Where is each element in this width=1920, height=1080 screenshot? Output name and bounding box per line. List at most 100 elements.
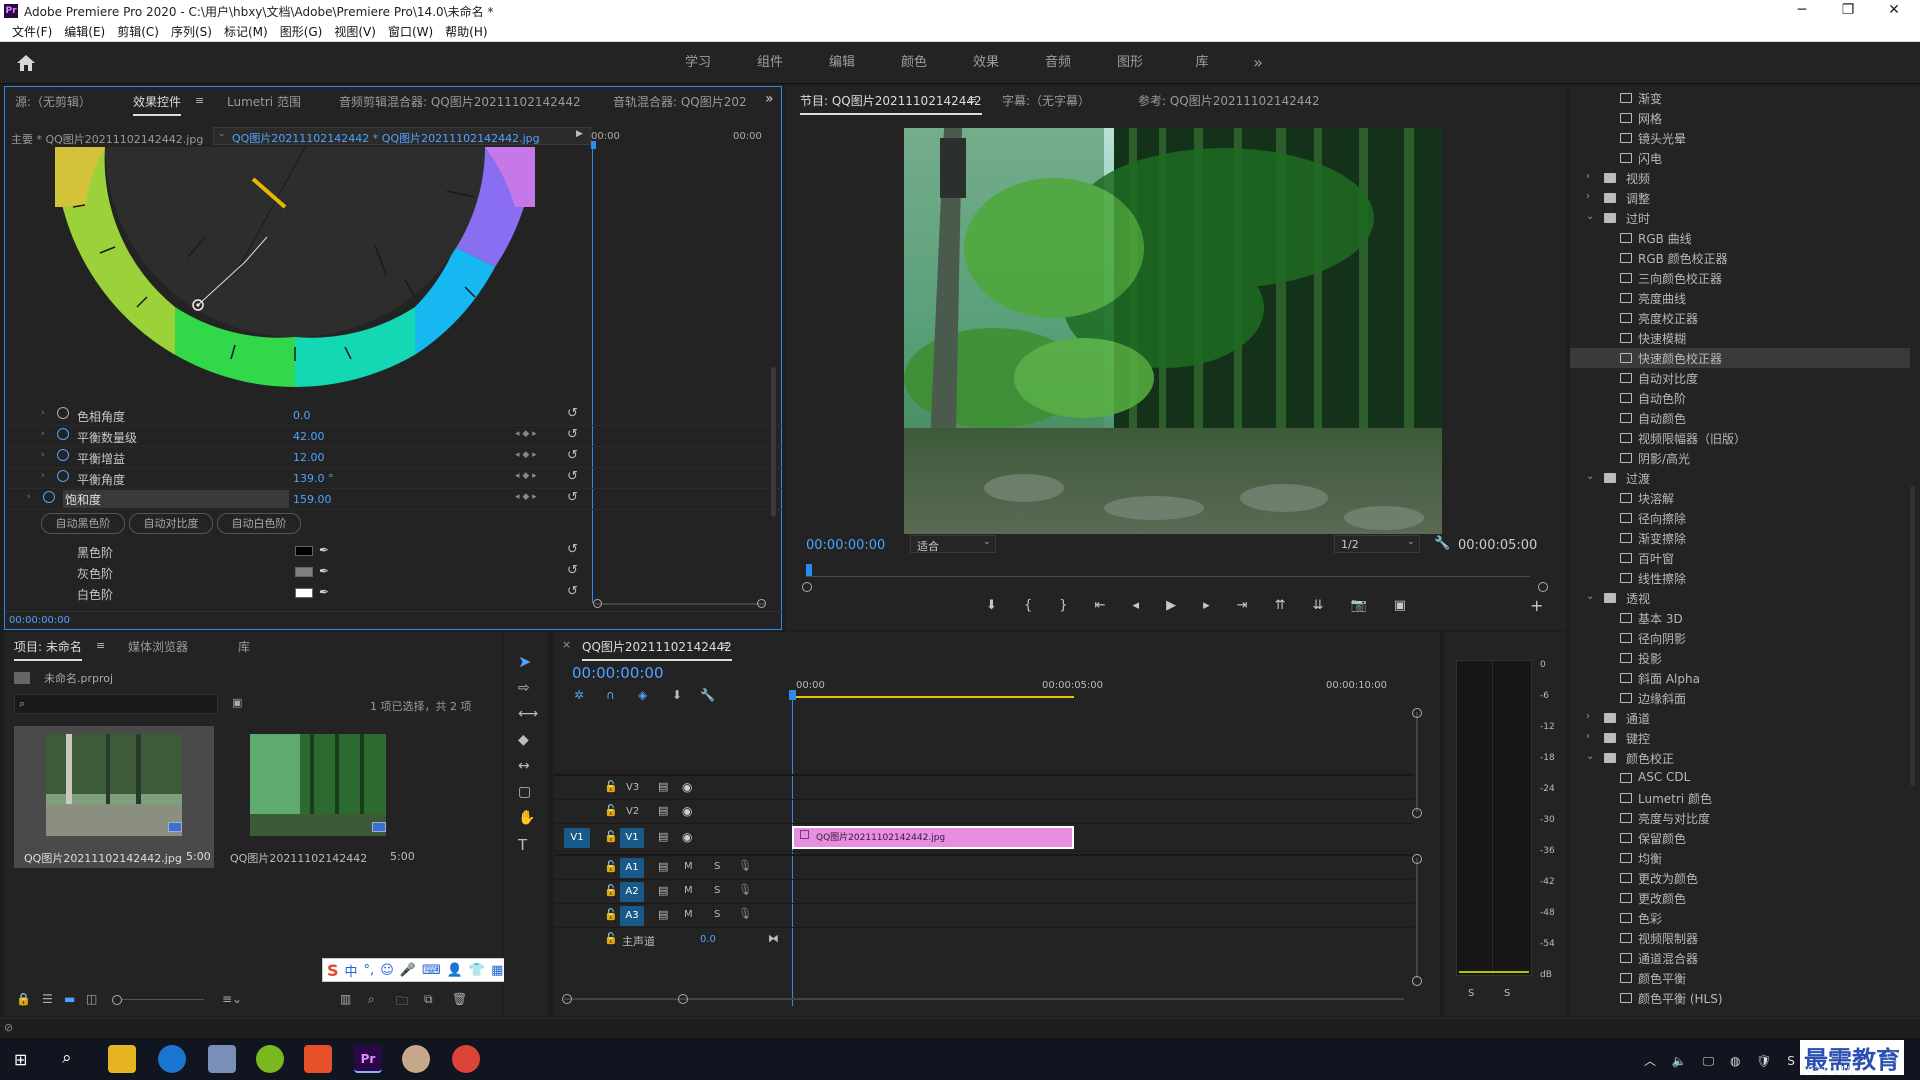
effect-item[interactable]: 径向擦除	[1570, 508, 1910, 528]
property-value[interactable]: 12.00	[293, 451, 325, 464]
scroll-handle[interactable]	[1412, 708, 1422, 718]
effect-item[interactable]: 边缘斜面	[1570, 688, 1910, 708]
selection-tool-icon[interactable]: ➤	[518, 652, 531, 671]
menu-view[interactable]: 视图(V)	[328, 22, 382, 41]
zoom-handle-right[interactable]	[678, 994, 688, 1004]
property-value[interactable]: 159.00	[293, 493, 332, 506]
workspace-tab-graphics[interactable]: 图形	[1094, 42, 1166, 84]
microphone-icon[interactable]: 🎙	[738, 883, 752, 896]
step-forward-icon[interactable]: ▸	[1203, 598, 1210, 618]
effect-item[interactable]: 亮度曲线	[1570, 288, 1910, 308]
effect-item[interactable]: RGB 颜色校正器	[1570, 248, 1910, 268]
expand-arrow-icon[interactable]: ›	[41, 429, 45, 439]
lock-icon[interactable]: 🔓	[604, 932, 618, 945]
menu-help[interactable]: 帮助(H)	[439, 22, 493, 41]
icon-view-icon[interactable]: ▬	[64, 992, 75, 1006]
master-volume-value[interactable]: 0.0	[700, 934, 716, 945]
new-bin-icon[interactable]: 🗀	[396, 992, 408, 1013]
timeline-ruler[interactable]: 00:00 00:00:05:00 00:00:10:00	[792, 674, 1398, 702]
effect-item[interactable]: 亮度与对比度	[1570, 808, 1910, 828]
notification-icon[interactable]: 🗨	[1884, 1050, 1902, 1066]
automate-to-sequence-icon[interactable]: ▥	[340, 992, 351, 1006]
ime-user-icon[interactable]: 👤	[447, 963, 463, 978]
property-value[interactable]: 42.00	[293, 430, 325, 443]
tab-captions[interactable]: 字幕:（无字幕）	[1002, 92, 1090, 109]
play-icon[interactable]: ▶	[1166, 598, 1176, 618]
list-view-icon[interactable]: ☰	[42, 992, 53, 1006]
tab-reference[interactable]: 参考: QQ图片20211102142442	[1138, 92, 1320, 109]
lock-icon[interactable]: 🔒	[16, 992, 31, 1006]
program-video-frame[interactable]	[904, 128, 1442, 534]
workspace-tab-audio[interactable]: 音频	[1022, 42, 1094, 84]
project-item[interactable]: QQ图片20211102142442 5:00	[218, 726, 418, 868]
ime-skin-icon[interactable]: 👕	[469, 963, 485, 978]
eyedropper-icon[interactable]: ✒	[319, 543, 329, 557]
timeline-playhead-head[interactable]	[789, 690, 796, 700]
workspace-tab-color[interactable]: 颜色	[878, 42, 950, 84]
effect-item[interactable]: 均衡	[1570, 848, 1910, 868]
effect-controls-scrollbar[interactable]	[771, 367, 776, 517]
pc-icon[interactable]	[208, 1045, 236, 1073]
new-item-icon[interactable]: ⧉	[424, 992, 433, 1007]
menu-file[interactable]: 文件(F)	[6, 22, 58, 41]
effect-item[interactable]: 自动颜色	[1570, 408, 1910, 428]
mini-zoom-scroll[interactable]	[595, 603, 765, 605]
play-triangle-icon[interactable]: ▶	[576, 129, 583, 139]
reset-icon[interactable]: ↺	[567, 427, 578, 442]
ime-keyboard-icon[interactable]: ⌨	[422, 963, 441, 978]
mute-button[interactable]: M	[684, 909, 693, 920]
keyframe-nav-icon[interactable]: ◂ ◆ ▸	[515, 471, 537, 481]
menu-window[interactable]: 窗口(W)	[382, 22, 439, 41]
minimize-button[interactable]: ─	[1780, 0, 1824, 22]
video-v-scroll[interactable]	[1416, 712, 1418, 812]
effect-item[interactable]: 保留颜色	[1570, 828, 1910, 848]
effect-item[interactable]: ASC CDL	[1570, 768, 1910, 788]
effect-item[interactable]: 斜面 Alpha	[1570, 668, 1910, 688]
effect-folder[interactable]: ⌄ 过时	[1570, 208, 1910, 228]
app-green-icon[interactable]	[256, 1045, 284, 1073]
tab-media-browser[interactable]: 媒体浏览器	[128, 638, 188, 655]
system-tray-icons[interactable]: ︿ 🔈 🖵 ◍ 🛡 S	[1644, 1052, 1801, 1069]
auto-white-level-button[interactable]: 自动白色阶	[217, 513, 301, 534]
track-target-a1[interactable]: A1	[620, 858, 644, 878]
effect-item[interactable]: 阴影/高光	[1570, 448, 1910, 468]
reset-icon[interactable]: ↺	[567, 563, 578, 578]
effect-item[interactable]: 更改颜色	[1570, 888, 1910, 908]
eye-icon[interactable]: ◉	[682, 804, 692, 818]
ime-punctuation[interactable]: °,	[364, 963, 375, 978]
solo-button[interactable]: S	[714, 885, 720, 896]
panel-menu-icon[interactable]: ≡	[195, 94, 204, 107]
ripple-edit-tool-icon[interactable]: ⟷	[518, 706, 538, 722]
sync-lock-icon[interactable]: ▤	[658, 860, 668, 873]
mute-button[interactable]: M	[684, 885, 693, 896]
lift-icon[interactable]: ⇈	[1275, 598, 1286, 618]
ime-toolbox-icon[interactable]: ▦	[491, 963, 503, 978]
windows-start-icon[interactable]: ⊞	[14, 1050, 27, 1069]
linked-selection-icon[interactable]: ◈	[638, 688, 647, 702]
effect-item[interactable]: 渐变擦除	[1570, 528, 1910, 548]
mark-in-icon[interactable]: {	[1024, 598, 1032, 618]
property-value[interactable]: 139.0 °	[293, 472, 334, 485]
mini-playhead[interactable]	[592, 143, 593, 603]
sogou-logo-icon[interactable]: S	[327, 961, 339, 980]
effect-item[interactable]: 块溶解	[1570, 488, 1910, 508]
lock-icon[interactable]: 🔓	[604, 804, 618, 817]
effect-item[interactable]: 颜色平衡 (HLS)	[1570, 988, 1910, 1008]
button-editor-plus-icon[interactable]: +	[1530, 596, 1543, 615]
track-target-a3[interactable]: A3	[620, 906, 644, 926]
sync-lock-icon[interactable]: ▤	[658, 804, 668, 817]
eyedropper-icon[interactable]: ✒	[319, 585, 329, 599]
home-icon[interactable]	[16, 54, 38, 74]
sort-icon[interactable]: ≡⌄	[222, 992, 242, 1006]
tab-sequence[interactable]: QQ图片20211102142442	[582, 638, 732, 661]
stopwatch-icon[interactable]	[57, 449, 69, 461]
hand-tool-icon[interactable]: ✋	[518, 810, 535, 826]
effect-folder[interactable]: › 调整	[1570, 188, 1910, 208]
panel-menu-icon[interactable]: ≡	[968, 93, 977, 106]
effect-folder[interactable]: ⌄ 过渡	[1570, 468, 1910, 488]
sync-lock-icon[interactable]: ▤	[658, 884, 668, 897]
panel-menu-icon[interactable]: ≡	[96, 639, 105, 652]
gray-swatch[interactable]	[295, 567, 313, 577]
expand-arrow-icon[interactable]: ›	[27, 492, 31, 502]
mini-playhead-head[interactable]	[591, 141, 596, 149]
